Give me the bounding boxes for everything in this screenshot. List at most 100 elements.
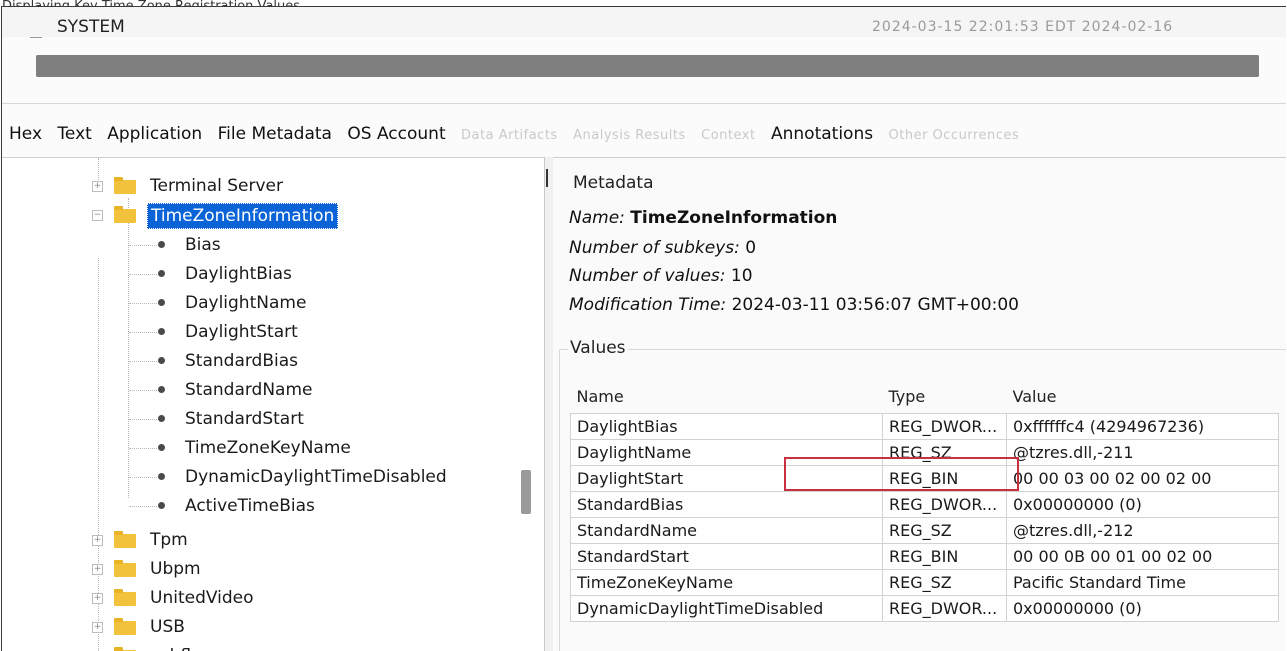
table-row[interactable]: DaylightBias REG_DWOR... 0xffffffc4 (429… bbox=[570, 413, 1279, 440]
tab-data-artifacts: Data Artifacts bbox=[461, 128, 558, 143]
metadata-modtime-line: Modification Time: 2024-03-11 03:56:07 G… bbox=[569, 295, 1019, 315]
column-header-name[interactable]: Name bbox=[571, 380, 883, 414]
cell-type: REG_DWOR... bbox=[882, 491, 1007, 518]
registry-value-icon bbox=[158, 328, 165, 335]
metadata-name-label: Name: bbox=[569, 208, 625, 228]
values-table[interactable]: Name Type Value DaylightBias REG_DWOR...… bbox=[570, 380, 1279, 622]
metadata-section-title: Metadata bbox=[573, 173, 654, 193]
tree-connector bbox=[129, 274, 157, 275]
expand-icon[interactable]: + bbox=[92, 593, 103, 604]
cell-value: @tzres.dll,-211 bbox=[1006, 439, 1279, 466]
tab-application[interactable]: Application bbox=[107, 124, 202, 144]
cell-type: REG_DWOR... bbox=[882, 595, 1007, 622]
tree-node-terminal-server[interactable]: + Terminal Server bbox=[2, 174, 542, 198]
tree-connector bbox=[129, 448, 157, 449]
registry-value-icon bbox=[158, 357, 165, 364]
cell-value: 0x00000000 (0) bbox=[1006, 491, 1279, 518]
file-timestamps: 2024-03-15 22:01:53 EDT 2024-02-16 bbox=[872, 19, 1174, 35]
tab-text[interactable]: Text bbox=[57, 124, 91, 144]
tab-file-metadata[interactable]: File Metadata bbox=[218, 124, 332, 144]
metadata-values-label: Number of values: bbox=[569, 266, 726, 286]
table-header-row: Name Type Value bbox=[571, 380, 1279, 414]
registry-value-icon bbox=[158, 299, 165, 306]
scroll-bar[interactable] bbox=[36, 55, 1259, 77]
cell-type: REG_DWOR... bbox=[882, 413, 1007, 440]
tree-value-label: StandardName bbox=[185, 380, 313, 400]
tree-value-label: ActiveTimeBias bbox=[185, 496, 315, 516]
folder-icon bbox=[114, 618, 136, 635]
tree-connector bbox=[129, 332, 157, 333]
registry-tree[interactable]: + Terminal Server − TimeZoneInformation … bbox=[2, 157, 544, 651]
cell-value-highlighted: Pacific Standard Time bbox=[1006, 569, 1279, 596]
tree-node-label: Terminal Server bbox=[150, 176, 283, 196]
tree-scrollbar-thumb[interactable] bbox=[521, 470, 531, 514]
cell-name: StandardStart bbox=[570, 543, 883, 570]
registry-value-icon bbox=[158, 270, 165, 277]
expand-icon[interactable]: + bbox=[92, 564, 103, 575]
folder-icon bbox=[114, 177, 136, 194]
metadata-subkeys-value: 0 bbox=[745, 238, 757, 258]
registry-value-icon bbox=[158, 241, 165, 248]
tree-value-label: DynamicDaylightTimeDisabled bbox=[185, 467, 447, 487]
cell-name: TimeZoneKeyName bbox=[570, 569, 883, 596]
file-name: SYSTEM bbox=[57, 17, 125, 37]
tree-connector bbox=[129, 361, 157, 362]
table-row[interactable]: DynamicDaylightTimeDisabled REG_DWOR... … bbox=[570, 595, 1279, 622]
tree-connector bbox=[129, 390, 157, 391]
tree-node-label-selected: TimeZoneInformation bbox=[147, 203, 339, 229]
registry-value-icon bbox=[158, 415, 165, 422]
tree-value-label: DaylightName bbox=[185, 293, 307, 313]
cell-value: 0x00000000 (0) bbox=[1006, 595, 1279, 622]
cell-value: @tzres.dll,-212 bbox=[1006, 517, 1279, 544]
metadata-name-value: TimeZoneInformation bbox=[630, 208, 838, 228]
tree-value-label: StandardBias bbox=[185, 351, 298, 371]
autopsy-window: SYSTEM 2024-03-15 22:01:53 EDT 2024-02-1… bbox=[1, 6, 1286, 651]
collapse-icon[interactable]: − bbox=[92, 210, 103, 221]
content-viewer-tabs: Hex Text Application File Metadata OS Ac… bbox=[2, 124, 1286, 152]
tree-value-label: DaylightStart bbox=[185, 322, 298, 342]
table-row[interactable]: TimeZoneKeyName REG_SZ Pacific Standard … bbox=[570, 569, 1279, 596]
tree-node-label: UnitedVideo bbox=[150, 588, 254, 608]
table-row[interactable]: StandardStart REG_BIN 00 00 0B 00 01 00 … bbox=[570, 543, 1279, 570]
file-icon bbox=[30, 23, 42, 38]
table-row[interactable]: StandardBias REG_DWOR... 0x00000000 (0) bbox=[570, 491, 1279, 518]
tab-analysis-results: Analysis Results bbox=[573, 128, 686, 143]
cell-name: StandardBias bbox=[570, 491, 883, 518]
tree-node-label: Tpm bbox=[150, 530, 188, 550]
tree-connector bbox=[129, 245, 157, 246]
tree-node-label: USB bbox=[150, 617, 185, 637]
metadata-subkeys-line: Number of subkeys: 0 bbox=[569, 238, 756, 258]
tree-value-label: StandardStart bbox=[185, 409, 304, 429]
tree-node-label: Ubpm bbox=[150, 559, 201, 579]
tree-node-label: usbflags bbox=[150, 644, 221, 651]
file-row[interactable]: SYSTEM 2024-03-15 22:01:53 EDT 2024-02-1… bbox=[2, 7, 1286, 38]
column-header-value[interactable]: Value bbox=[1007, 380, 1279, 414]
tab-os-account[interactable]: OS Account bbox=[347, 124, 445, 144]
tree-node-timezoneinformation[interactable]: − TimeZoneInformation bbox=[2, 203, 542, 229]
folder-icon bbox=[114, 531, 136, 548]
metadata-values-value: 10 bbox=[730, 266, 753, 286]
registry-value-icon bbox=[158, 386, 165, 393]
tab-annotations[interactable]: Annotations bbox=[771, 124, 873, 144]
registry-value-icon bbox=[158, 473, 165, 480]
annotation-highlight-box bbox=[784, 457, 1019, 491]
expand-icon[interactable]: + bbox=[92, 535, 103, 546]
metadata-modtime-label: Modification Time: bbox=[569, 295, 727, 315]
cell-name: DynamicDaylightTimeDisabled bbox=[570, 595, 883, 622]
registry-value-icon bbox=[158, 444, 165, 451]
registry-value-icon bbox=[158, 502, 165, 509]
registry-detail-pane: Metadata Name: TimeZoneInformation Numbe… bbox=[553, 157, 1286, 651]
metadata-values-line: Number of values: 10 bbox=[569, 266, 753, 286]
cell-type: REG_SZ bbox=[882, 569, 1007, 596]
table-row[interactable]: StandardName REG_SZ @tzres.dll,-212 bbox=[570, 517, 1279, 544]
cell-type: REG_BIN bbox=[882, 543, 1007, 570]
expand-icon[interactable]: + bbox=[92, 622, 103, 633]
scroll-bar-fill bbox=[36, 55, 1259, 77]
column-header-type[interactable]: Type bbox=[883, 380, 1007, 414]
splitter-grip-icon bbox=[546, 169, 552, 187]
tab-hex[interactable]: Hex bbox=[9, 124, 42, 144]
tree-value-label: TimeZoneKeyName bbox=[185, 438, 351, 458]
values-section-title: Values bbox=[568, 338, 628, 358]
expand-icon[interactable]: + bbox=[92, 181, 103, 192]
cell-value: 00 00 0B 00 01 00 02 00 bbox=[1006, 543, 1279, 570]
